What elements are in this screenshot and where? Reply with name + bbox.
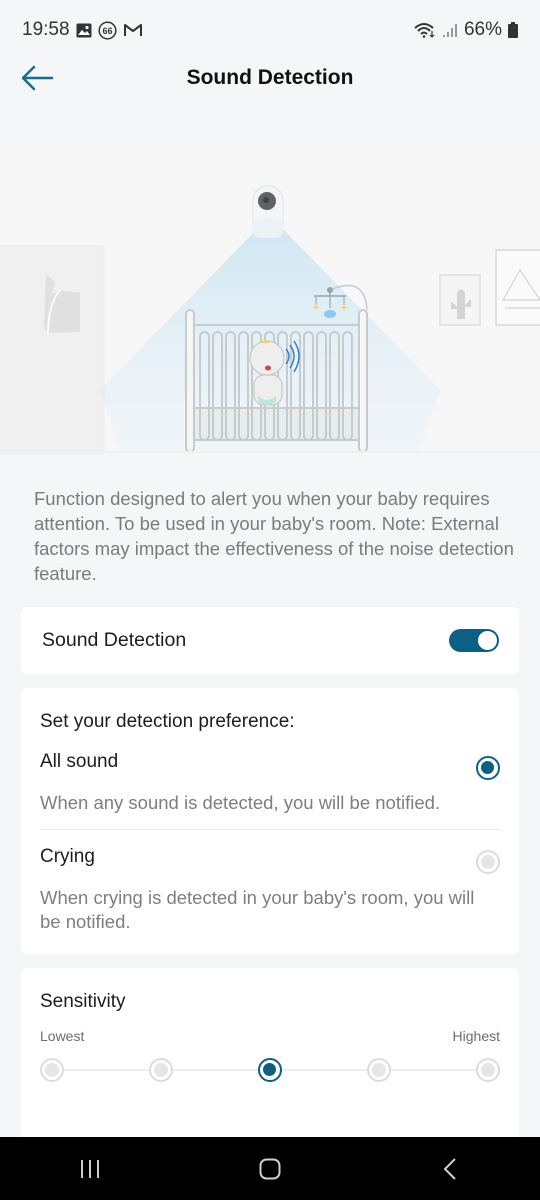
home-button[interactable]: [240, 1144, 300, 1194]
sound-detection-label: Sound Detection: [42, 629, 187, 651]
sensitivity-lowest-label: Lowest: [40, 1028, 85, 1044]
back-button[interactable]: [18, 62, 56, 94]
battery-icon: [508, 22, 518, 38]
home-icon: [259, 1158, 281, 1179]
status-right: 66%: [414, 19, 518, 41]
sound-detection-toggle[interactable]: [449, 629, 499, 652]
wifi-icon: [414, 22, 436, 38]
gmail-icon: [123, 22, 143, 38]
sensitivity-slider[interactable]: [40, 1058, 500, 1082]
battery-percent: 66%: [463, 19, 502, 40]
app-header: Sound Detection: [0, 50, 540, 106]
sensitivity-level-4[interactable]: [367, 1058, 391, 1082]
recent-apps-button[interactable]: [60, 1144, 120, 1194]
hero-illustration: [0, 150, 540, 455]
status-left: 19:58 66: [22, 19, 143, 41]
preference-heading: Set your detection preference:: [40, 711, 295, 732]
baby-camera: [252, 185, 284, 239]
option-all-sound-title[interactable]: All sound: [40, 751, 118, 773]
sensitivity-card: Sensitivity Lowest Highest: [21, 968, 519, 1148]
page-title: Sound Detection: [186, 66, 354, 89]
toggle-knob: [478, 631, 497, 650]
option-divider: [40, 829, 500, 830]
intro-description: Function designed to alert you when your…: [34, 488, 514, 584]
nav-back-button[interactable]: [420, 1144, 480, 1194]
sensitivity-highest-label: Highest: [452, 1028, 500, 1044]
sensitivity-level-3[interactable]: [258, 1058, 282, 1082]
gallery-icon: [76, 23, 92, 38]
sensitivity-level-2[interactable]: [149, 1058, 173, 1082]
option-all-sound-description: When any sound is detected, you will be …: [40, 792, 441, 813]
system-nav-bar: [0, 1137, 540, 1200]
signal-icon: [442, 22, 458, 38]
recent-apps-icon: [81, 1159, 99, 1178]
radio-all-sound[interactable]: [476, 756, 500, 780]
option-crying-title[interactable]: Crying: [40, 846, 95, 868]
arrow-left-icon: [21, 65, 54, 91]
sensitivity-title: Sensitivity: [40, 991, 126, 1012]
sound-detection-card: Sound Detection: [21, 607, 519, 674]
sensitivity-level-5[interactable]: [476, 1058, 500, 1082]
detection-preference-card: Set your detection preference: All sound…: [21, 688, 519, 954]
option-crying-description: When crying is detected in your baby's r…: [40, 887, 475, 932]
status-time: 19:58: [22, 19, 70, 40]
radio-crying[interactable]: [476, 850, 500, 874]
nav-back-icon: [443, 1157, 456, 1180]
left-wall-panel: [0, 245, 104, 455]
cactus-frame: [439, 274, 481, 326]
mountain-frame: [495, 249, 540, 326]
badge-66-icon: 66: [97, 20, 117, 40]
badge-66-text: 66: [102, 26, 112, 36]
sensitivity-level-1[interactable]: [40, 1058, 64, 1082]
nursery-illustration: [0, 150, 540, 455]
